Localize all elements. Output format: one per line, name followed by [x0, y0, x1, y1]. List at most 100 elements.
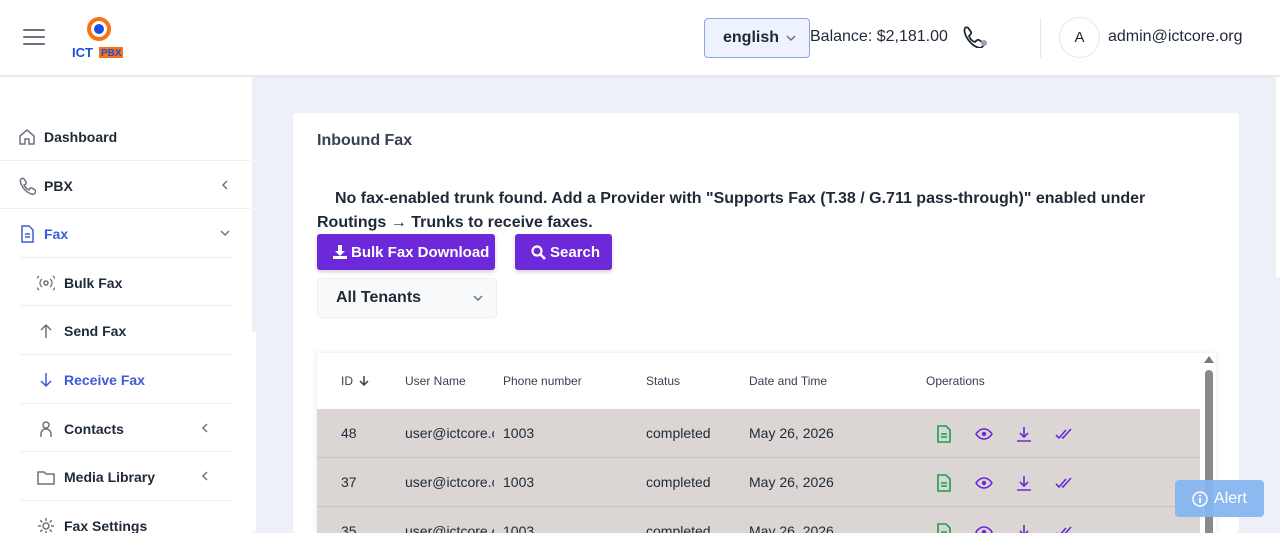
cell-id: 37 — [341, 474, 357, 490]
download-icon — [333, 245, 347, 259]
ictpbx-logo[interactable]: ICT PBX — [70, 16, 128, 60]
double-check-icon[interactable] — [1055, 425, 1073, 443]
search-button[interactable]: Search — [515, 234, 612, 270]
phone-icon — [19, 177, 36, 195]
table-row: 37 user@ictcore.org 1003 completed May 2… — [317, 458, 1200, 507]
cell-phone: 1003 — [503, 523, 535, 533]
sidebar-item-bulk-fax[interactable]: Bulk Fax — [20, 258, 232, 306]
cell-date: May 26, 2026 — [749, 425, 834, 441]
sidebar-item-fax-settings[interactable]: Fax Settings — [20, 501, 232, 533]
sidebar: Dashboard PBX Fax Bulk Fax Send Fax Rece… — [0, 77, 252, 533]
chevron-down-icon — [473, 295, 483, 302]
cell-status: completed — [646, 474, 711, 490]
row-operations — [935, 425, 1073, 443]
cell-id: 35 — [341, 523, 357, 533]
sidebar-item-label: Bulk Fax — [64, 275, 123, 291]
column-header-operations: Operations — [926, 374, 985, 388]
chevron-down-icon — [786, 35, 796, 42]
phone-status-icon[interactable] — [961, 26, 989, 53]
document-icon — [21, 225, 34, 243]
column-header-status[interactable]: Status — [646, 374, 680, 388]
gear-icon — [38, 518, 54, 533]
sidebar-item-contacts[interactable]: Contacts — [20, 404, 232, 452]
double-check-icon[interactable] — [1055, 474, 1073, 492]
hamburger-menu-icon[interactable] — [23, 29, 45, 45]
cell-user: user@ictcore.org — [405, 523, 494, 533]
svg-text:PBX: PBX — [101, 48, 122, 59]
sidebar-item-label: PBX — [44, 178, 73, 194]
search-label: Search — [550, 243, 601, 261]
inbound-fax-card: Inbound Fax No fax-enabled trunk found. … — [293, 113, 1239, 533]
bulk-fax-download-label: Bulk Fax Download — [351, 243, 490, 261]
download-icon[interactable] — [1015, 523, 1033, 533]
chevron-left-icon — [201, 423, 208, 433]
cell-id: 48 — [341, 425, 357, 441]
sidebar-item-label: Fax — [44, 226, 69, 242]
eye-icon[interactable] — [975, 474, 993, 492]
tenant-value: All Tenants — [336, 289, 422, 306]
column-header-id[interactable]: ID — [341, 374, 370, 388]
language-select[interactable]: english — [704, 18, 810, 58]
sidebar-item-receive-fax[interactable]: Receive Fax — [20, 355, 232, 403]
bulk-fax-download-button[interactable]: Bulk Fax Download — [317, 234, 495, 270]
cell-status: completed — [646, 425, 711, 441]
avatar[interactable]: A — [1059, 17, 1100, 58]
column-header-user-name[interactable]: User Name — [405, 374, 466, 388]
cell-status: completed — [646, 523, 711, 533]
chevron-left-icon — [201, 471, 208, 481]
tenant-select[interactable]: All Tenants — [317, 278, 497, 318]
table-header: ID User Name Phone number Status Date an… — [317, 353, 1200, 409]
file-icon[interactable] — [935, 523, 953, 533]
row-operations — [935, 474, 1073, 492]
download-icon[interactable] — [1015, 425, 1033, 443]
scroll-up-icon[interactable] — [1204, 356, 1214, 363]
folder-icon — [37, 471, 55, 485]
row-operations — [935, 523, 1073, 533]
sidebar-item-pbx[interactable]: PBX — [0, 161, 252, 209]
sidebar-item-label: Receive Fax — [64, 372, 145, 388]
double-check-icon[interactable] — [1055, 523, 1073, 533]
download-icon[interactable] — [1015, 474, 1033, 492]
person-icon — [40, 421, 52, 437]
column-header-phone-number[interactable]: Phone number — [503, 374, 582, 388]
file-icon[interactable] — [935, 474, 953, 492]
sidebar-item-dashboard[interactable]: Dashboard — [0, 112, 252, 160]
cell-phone: 1003 — [503, 474, 535, 490]
sidebar-item-label: Fax Settings — [64, 518, 148, 533]
sidebar-item-label: Dashboard — [44, 129, 118, 145]
fax-table: ID User Name Phone number Status Date an… — [317, 353, 1216, 533]
column-header-date-time[interactable]: Date and Time — [749, 374, 827, 388]
eye-icon[interactable] — [975, 523, 993, 533]
top-header: ICT PBX english Balance: $2,181.00 A adm… — [0, 0, 1280, 76]
table-row: 48 user@ictcore.org 1003 completed May 2… — [317, 409, 1200, 458]
sort-down-icon — [359, 376, 369, 387]
chevron-down-icon — [220, 230, 230, 237]
table-row: 35 user@ictcore.org 1003 completed May 2… — [317, 507, 1200, 533]
sidebar-item-send-fax[interactable]: Send Fax — [20, 306, 232, 354]
sidebar-item-label: Send Fax — [64, 323, 127, 339]
notice-text: No fax-enabled trunk found. Add a Provid… — [317, 190, 1146, 231]
cell-date: May 26, 2026 — [749, 474, 834, 490]
header-divider — [1040, 18, 1041, 58]
sidebar-item-media-library[interactable]: Media Library — [20, 452, 232, 500]
user-email[interactable]: admin@ictcore.org — [1108, 28, 1243, 46]
chevron-left-icon — [221, 180, 228, 190]
page-title: Inbound Fax — [317, 132, 413, 149]
arrow-up-icon — [40, 323, 52, 338]
alert-button[interactable]: Alert — [1175, 480, 1264, 517]
page-scrollbar[interactable] — [1276, 77, 1280, 277]
sidebar-scrollbar[interactable] — [252, 77, 256, 533]
language-value: english — [723, 29, 780, 46]
cell-user: user@ictcore.org — [405, 474, 494, 490]
sidebar-item-label: Contacts — [64, 421, 124, 437]
sidebar-item-label: Media Library — [64, 469, 156, 485]
sidebar-item-fax[interactable]: Fax — [0, 209, 252, 257]
cell-user: user@ictcore.org — [405, 425, 494, 441]
file-icon[interactable] — [935, 425, 953, 443]
eye-icon[interactable] — [975, 425, 993, 443]
broadcast-icon — [37, 275, 55, 291]
cell-phone: 1003 — [503, 425, 535, 441]
info-icon — [1192, 490, 1208, 507]
svg-text:ICT: ICT — [72, 45, 93, 60]
arrow-down-icon — [40, 373, 52, 388]
